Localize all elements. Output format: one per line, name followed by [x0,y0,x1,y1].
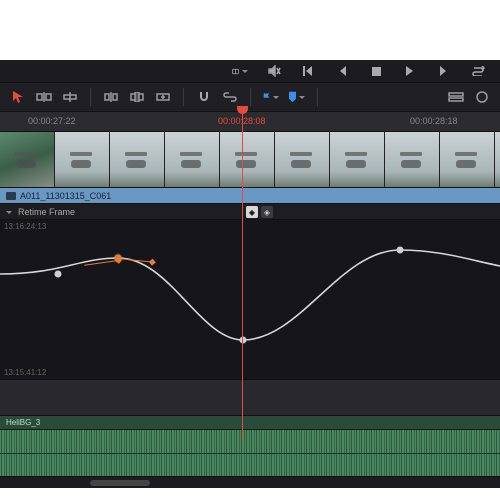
stop-icon[interactable] [368,64,384,78]
clip-name: A011_11301315_C061 [20,191,111,201]
retime-label: Retime Frame [18,207,75,217]
timecode-ruler[interactable]: 00:00:27:22 00:00:28:08 00:00:28:18 [0,112,500,132]
mute-icon[interactable] [266,64,282,78]
marker-menu-icon[interactable] [289,90,305,104]
thumb-frame [385,132,440,188]
clip-thumbnails[interactable] [0,132,500,188]
keyframe[interactable] [397,247,404,254]
thumb-frame [55,132,110,188]
track-gap [0,380,500,416]
thumb-frame [440,132,495,188]
keyframe-linear-button[interactable]: ◆ [246,206,258,218]
scrollbar-thumb[interactable] [90,480,150,486]
audio-clip-name: HeliBG_3 [0,416,500,430]
layout-menu-icon[interactable] [232,64,248,78]
go-start-icon[interactable] [300,64,316,78]
thumb-frame [330,132,385,188]
system-bar [0,60,500,82]
keyframe-bezier-button[interactable]: ◈ [261,206,273,218]
ruler-tc: 00:00:28:18 [410,116,458,126]
insert-icon[interactable] [103,90,119,104]
play-icon[interactable] [402,64,418,78]
playhead[interactable] [242,112,243,440]
thumb-frame [275,132,330,188]
snap-magnet-icon[interactable] [196,90,212,104]
link-icon[interactable] [222,90,238,104]
loop-icon[interactable] [470,64,486,78]
retime-header[interactable]: Retime Frame ◆ ◈ [0,204,500,220]
step-back-icon[interactable] [334,64,350,78]
flag-menu-icon[interactable] [263,90,279,104]
replace-icon[interactable] [155,90,171,104]
clip-icon [6,192,16,200]
retime-curve-editor[interactable]: 13:16:24:13 13:15:41:12 [0,220,500,380]
thumb-frame [110,132,165,188]
thumb-frame [220,132,275,188]
keyframe[interactable] [240,337,247,344]
clip-label-bar[interactable]: A011_11301315_C061 [0,188,500,204]
horizontal-scrollbar[interactable] [0,476,500,488]
blade-tool-icon[interactable] [62,90,78,104]
timeline-view-icon[interactable] [448,90,464,104]
thumb-frame [165,132,220,188]
selection-tool-icon[interactable] [10,90,26,104]
step-fwd-icon[interactable] [436,64,452,78]
edit-toolbar [0,82,500,112]
overwrite-icon[interactable] [129,90,145,104]
ruler-tc: 00:00:27:22 [28,116,76,126]
audio-track[interactable]: HeliBG_3 [0,416,500,476]
keyframe[interactable] [55,271,62,278]
zoom-circle-icon[interactable] [474,90,490,104]
thumb-frame [0,132,55,188]
trim-tool-icon[interactable] [36,90,52,104]
thumb-frame [495,132,500,188]
audio-waveform [0,430,500,476]
